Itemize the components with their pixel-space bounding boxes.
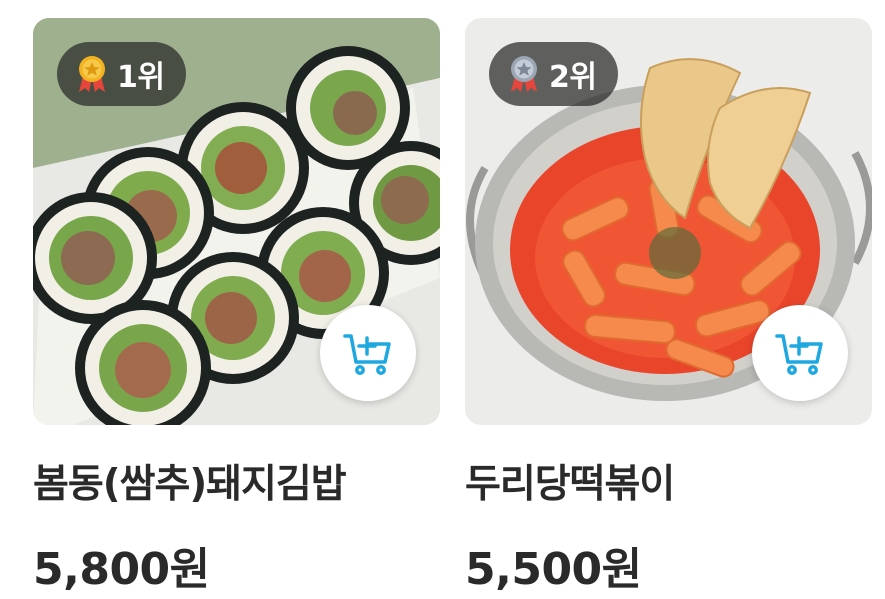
product-card-tteokbokki[interactable]: 2위 두리당떡볶이 5,500원 (465, 18, 872, 597)
rank-label: 1위 (117, 60, 165, 95)
product-grid: 1위 봄동(쌈추)돼지김밥 5,800원 2위 두리당떡볶이 5,500원 (0, 0, 885, 599)
rank-badge: 2위 (489, 42, 619, 106)
rank-badge: 1위 (57, 42, 187, 106)
rank-label: 2위 (549, 60, 597, 95)
silver-medal-icon (511, 56, 537, 92)
add-to-cart-icon (775, 334, 823, 375)
product-thumbnail[interactable]: 2위 (465, 18, 872, 425)
add-to-cart-button[interactable] (320, 305, 416, 401)
add-to-cart-icon (343, 334, 391, 375)
product-name[interactable]: 봄동(쌈추)돼지김밥 (33, 453, 440, 509)
product-card-kimbap[interactable]: 1위 봄동(쌈추)돼지김밥 5,800원 (33, 18, 440, 597)
add-to-cart-button[interactable] (752, 305, 848, 401)
product-thumbnail[interactable]: 1위 (33, 18, 440, 425)
gold-medal-icon (79, 56, 105, 92)
product-price: 5,800원 (33, 544, 210, 595)
product-name[interactable]: 두리당떡볶이 (465, 453, 872, 509)
product-price: 5,500원 (465, 544, 642, 595)
